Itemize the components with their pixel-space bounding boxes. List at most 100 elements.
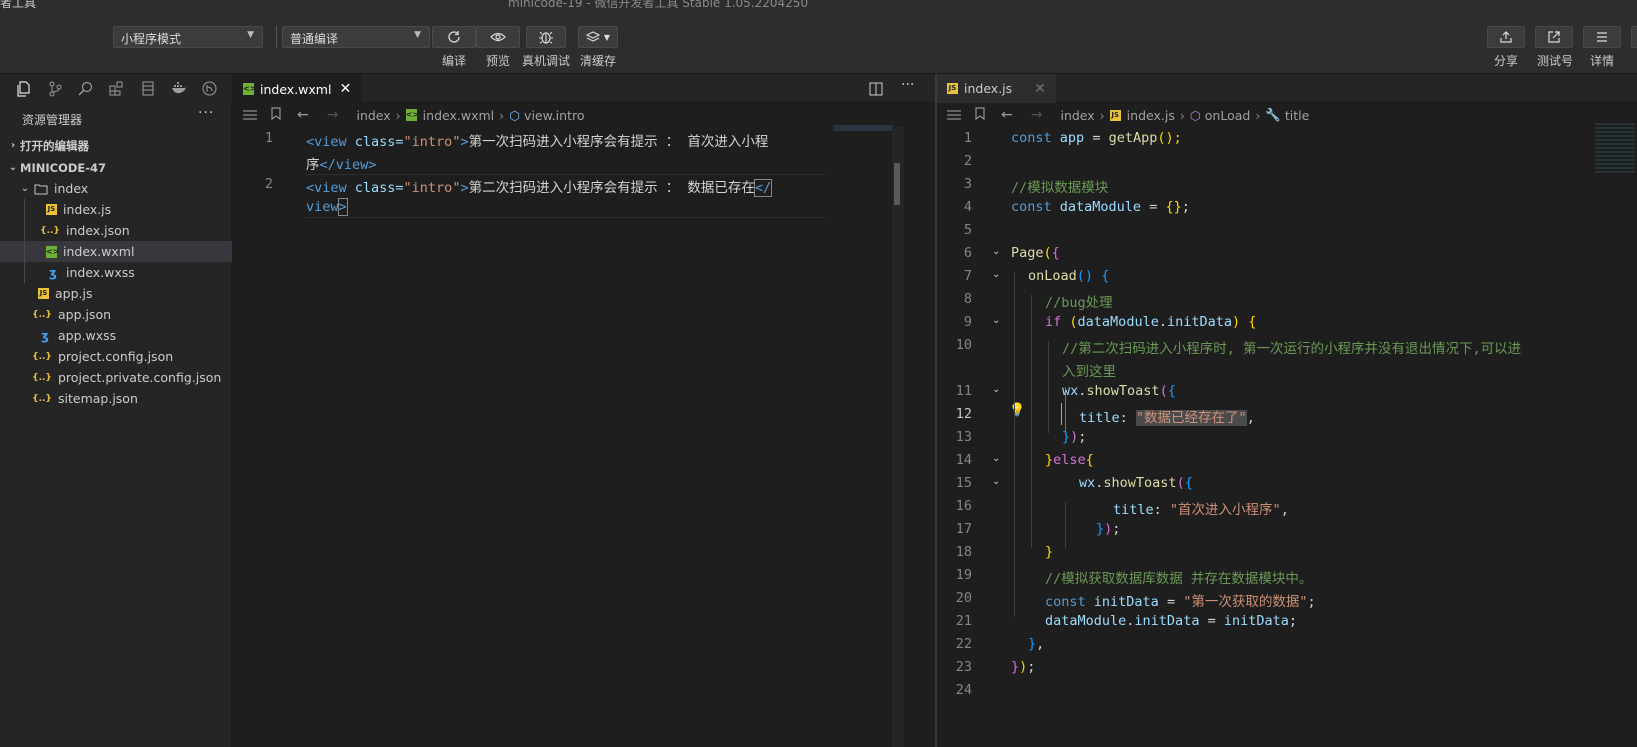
code-line: <view class="intro">第二次扫码进入小程序会有提示 ： 数据已… [306, 179, 773, 197]
code-line: wx.showToast({ [1062, 383, 1176, 399]
tree-file-index-json[interactable]: {..} index.json [0, 220, 232, 241]
breadcrumb-item[interactable]: index [1060, 108, 1094, 123]
js-file-icon: JS [46, 204, 57, 215]
fold-chevron-icon[interactable]: ⌄ [992, 384, 1000, 395]
git-graph-icon[interactable] [194, 81, 225, 96]
chevron-down-icon: ▼ [603, 32, 611, 42]
line-number: 4 [963, 199, 972, 215]
chevron-down-icon: ⌄ [20, 183, 30, 194]
docker-icon[interactable] [163, 82, 194, 95]
outline-icon[interactable] [947, 108, 961, 123]
breadcrumb-item[interactable]: index.js [1127, 108, 1175, 123]
lightbulb-icon[interactable]: 💡 [1009, 403, 1025, 418]
left-code-area[interactable]: 1 2 <view class="intro">第一次扫码进入小程序会有提示 ：… [233, 125, 935, 747]
json-file-icon: {..} [40, 225, 60, 236]
chevron-down-icon: ▼ [247, 30, 254, 40]
code-line: //模拟获取数据库数据 并存在数据模块中。 [1045, 571, 1313, 587]
fold-chevron-icon[interactable]: ⌄ [992, 453, 1000, 464]
clear-cache-button[interactable]: ▼ [578, 26, 618, 48]
tree-file-project-config[interactable]: {..} project.config.json [0, 346, 232, 367]
source-control-icon[interactable] [39, 81, 70, 97]
tree-label: index.js [63, 202, 112, 217]
fold-chevron-icon[interactable]: ⌄ [992, 246, 1000, 257]
tree-label: index.json [66, 223, 130, 238]
tab-label: index.wxml [260, 81, 332, 97]
tab-index-js[interactable]: JS index.js ✕ [937, 74, 1056, 103]
tree-file-index-wxss[interactable]: ʒ index.wxss [0, 262, 232, 283]
close-icon[interactable]: ✕ [339, 81, 351, 97]
tree-indent-guide [24, 199, 25, 283]
remote-debug-button[interactable] [526, 26, 566, 48]
symbol-icon: ⬡ [509, 107, 521, 123]
tree-file-project-private-config[interactable]: {..} project.private.config.json [0, 367, 232, 388]
right-code-area[interactable]: 1 2 3 4 5 6 7 8 9 10 11 12 13 14 15 16 17 18 19 20 21 22 23 24 … [937, 123, 1637, 747]
tree-file-sitemap[interactable]: {..} sitemap.json [0, 388, 232, 409]
close-icon[interactable]: ✕ [1034, 81, 1046, 97]
back-arrow-icon[interactable]: ← [297, 107, 309, 123]
breadcrumb-item[interactable]: onLoad [1205, 108, 1251, 123]
test-account-button[interactable] [1535, 26, 1573, 48]
breadcrumb-item[interactable]: index [356, 108, 390, 123]
text-cursor [1061, 403, 1062, 425]
compile-button[interactable] [432, 26, 476, 48]
minimap[interactable] [1595, 123, 1635, 173]
extensions-icon[interactable] [101, 81, 132, 96]
split-editor-icon[interactable] [869, 81, 883, 100]
tree-label: index.wxml [63, 244, 135, 259]
window-title-left: 者工具 [0, 0, 37, 10]
preview-button[interactable] [476, 26, 520, 48]
code-line: const app = getApp(); [1011, 130, 1182, 146]
compile-select[interactable]: 普通编译 ▼ [282, 26, 430, 48]
chevron-right-icon: › [1099, 107, 1105, 123]
wxml-file-icon: <> [405, 109, 420, 121]
window-title: minicode-19 - 微信开发者工具 Stable 1.05.220425… [508, 0, 809, 10]
scrollbar-thumb[interactable] [894, 163, 900, 205]
explorer-icon[interactable] [8, 80, 39, 97]
tree-file-app-wxss[interactable]: ʒ app.wxss [0, 325, 232, 346]
back-arrow-icon[interactable]: ← [1001, 107, 1013, 123]
search-icon[interactable] [70, 81, 101, 96]
storage-icon[interactable] [132, 81, 163, 96]
line-number: 2 [963, 153, 972, 169]
more-actions-icon[interactable]: ··· [901, 77, 914, 93]
breadcrumb-item[interactable]: index.wxml [423, 108, 494, 123]
outline-icon[interactable] [243, 108, 257, 123]
tree-file-app-json[interactable]: {..} app.json [0, 304, 232, 325]
more-actions-icon[interactable]: ··· [198, 105, 214, 121]
line-number: 13 [955, 429, 972, 445]
line-number: 23 [955, 659, 972, 675]
fold-chevron-icon[interactable]: ⌄ [992, 315, 1000, 326]
more-button-partial[interactable] [1631, 26, 1637, 48]
open-editors-section[interactable]: › 打开的编辑器 [0, 135, 232, 156]
tree-folder-index[interactable]: ⌄ index [0, 178, 232, 199]
tree-label: app.json [58, 307, 112, 322]
fold-chevron-icon[interactable]: ⌄ [992, 269, 1000, 280]
forward-arrow-icon: → [326, 107, 339, 123]
tree-file-index-wxml[interactable]: <> index.wxml [0, 241, 232, 262]
minimap[interactable] [833, 125, 893, 131]
mode-select[interactable]: 小程序模式 ▼ [113, 26, 263, 48]
code-line-wrap: view> [306, 198, 348, 216]
code-line: if (dataModule.initData) { [1045, 314, 1257, 330]
tree-file-index-js[interactable]: JS index.js [0, 199, 232, 220]
code-line: <view class="intro">第一次扫码进入小程序会有提示 ： 首次进… [306, 134, 769, 150]
project-section[interactable]: ⌄ MINICODE-47 [0, 157, 232, 178]
bookmark-icon[interactable] [271, 107, 281, 123]
share-button[interactable] [1487, 26, 1525, 48]
breadcrumb-item[interactable]: title [1285, 108, 1309, 123]
bookmark-icon[interactable] [975, 107, 985, 123]
bug-icon [539, 31, 553, 44]
tab-index-wxml[interactable]: <> index.wxml ✕ [233, 74, 362, 103]
wxss-file-icon: ʒ [49, 265, 57, 280]
js-file-icon: JS [1109, 109, 1121, 121]
tree-file-app-js[interactable]: JS app.js [0, 283, 232, 304]
scrollbar-track[interactable] [892, 127, 904, 747]
breadcrumb-item[interactable]: view.intro [524, 108, 584, 123]
wxml-file-icon: <> [243, 83, 257, 95]
fold-chevron-icon[interactable]: ⌄ [992, 476, 1000, 487]
details-button[interactable] [1583, 26, 1621, 48]
tree-label: app.wxss [58, 328, 117, 343]
test-account-label: 测试号 [1536, 54, 1573, 68]
line-number: 16 [955, 498, 972, 514]
toolbar-divider [276, 26, 277, 48]
